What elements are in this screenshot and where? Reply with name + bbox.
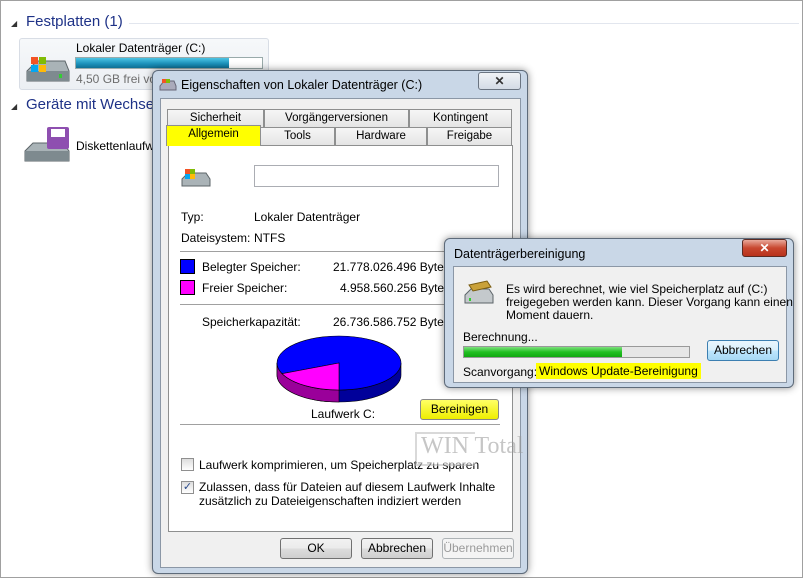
used-space-value: 21.778.026.496 Bytes bbox=[333, 260, 450, 274]
collapse-icon[interactable]: ◢ bbox=[11, 19, 17, 28]
divider bbox=[180, 424, 500, 425]
drive-name: Lokaler Datenträger (C:) bbox=[76, 41, 206, 55]
tab-vorgaengerversionen[interactable]: Vorgängerversionen bbox=[264, 109, 409, 128]
index-label-line1: Zulassen, dass für Dateien auf diesem La… bbox=[199, 480, 496, 494]
cancel-scan-button[interactable]: Abbrechen bbox=[707, 340, 779, 361]
tab-tools[interactable]: Tools bbox=[260, 127, 335, 146]
index-checkbox[interactable]: ✓ bbox=[181, 481, 194, 494]
cleanup-message-line1: Es wird berechnet, wie viel Speicherplat… bbox=[506, 282, 768, 296]
close-button[interactable]: ✕ bbox=[478, 72, 521, 90]
group-header-removable[interactable]: Geräte mit Wechse bbox=[26, 96, 154, 113]
free-space-label: Freier Speicher: bbox=[202, 281, 288, 295]
close-button[interactable]: ✕ bbox=[742, 239, 787, 257]
tab-kontingent[interactable]: Kontingent bbox=[409, 109, 512, 128]
drive-icon bbox=[181, 169, 211, 187]
filesystem-value: NTFS bbox=[254, 231, 286, 245]
index-label-line2: zusätzlich zu Dateieigenschaften indizie… bbox=[199, 494, 462, 508]
scan-value: Windows Update-Bereinigung bbox=[536, 363, 701, 379]
disk-cleanup-icon bbox=[464, 280, 494, 304]
tab-allgemein[interactable]: Allgemein bbox=[166, 125, 261, 146]
cleanup-dialog: Datenträgerbereinigung ✕ Es wird berechn… bbox=[444, 238, 794, 388]
cleanup-message-line2: freigegeben werden kann. Dieser Vorgang … bbox=[506, 295, 793, 309]
used-space-label: Belegter Speicher: bbox=[202, 260, 301, 274]
dialog-title: Eigenschaften von Lokaler Datenträger (C… bbox=[181, 78, 423, 92]
cleanup-message-line3: Moment dauern. bbox=[506, 308, 594, 322]
scan-label: Scanvorgang: bbox=[463, 365, 538, 379]
tab-freigabe[interactable]: Freigabe bbox=[427, 127, 512, 146]
cleanup-button[interactable]: Bereinigen bbox=[420, 399, 499, 420]
usage-pie-chart bbox=[276, 335, 402, 403]
capacity-label: Speicherkapazität: bbox=[202, 315, 301, 329]
capacity-value: 26.736.586.752 Bytes bbox=[333, 315, 450, 329]
drive-free-text: 4,50 GB frei vo bbox=[76, 72, 157, 86]
floppy-drive-name[interactable]: Diskettenlaufw bbox=[76, 139, 154, 153]
drive-icon bbox=[159, 79, 177, 91]
progress-bar bbox=[463, 346, 690, 358]
watermark-logo: WIN Total bbox=[415, 428, 533, 468]
ok-button[interactable]: OK bbox=[280, 538, 352, 559]
floppy-drive-icon bbox=[24, 127, 70, 162]
cancel-button[interactable]: Abbrechen bbox=[361, 538, 433, 559]
collapse-icon[interactable]: ◢ bbox=[11, 102, 17, 111]
drive-letter-label: Laufwerk C: bbox=[311, 407, 376, 421]
drive-name-input[interactable] bbox=[254, 165, 499, 187]
drive-usage-bar bbox=[75, 57, 263, 69]
compress-checkbox[interactable] bbox=[181, 458, 194, 471]
free-space-value: 4.958.560.256 Bytes bbox=[340, 281, 451, 295]
free-space-swatch bbox=[180, 280, 195, 295]
watermark-text: WIN Total bbox=[421, 433, 524, 459]
type-value: Lokaler Datenträger bbox=[254, 210, 361, 224]
type-label: Typ: bbox=[181, 210, 204, 224]
tab-hardware[interactable]: Hardware bbox=[335, 127, 427, 146]
group-header-hdd[interactable]: Festplatten (1) bbox=[26, 13, 123, 30]
apply-button: Übernehmen bbox=[442, 538, 514, 559]
divider bbox=[129, 23, 799, 24]
hard-drive-icon bbox=[26, 57, 70, 82]
cleanup-title: Datenträgerbereinigung bbox=[454, 247, 586, 261]
status-text: Berechnung... bbox=[463, 330, 538, 344]
used-space-swatch bbox=[180, 259, 195, 274]
filesystem-label: Dateisystem: bbox=[181, 231, 251, 245]
